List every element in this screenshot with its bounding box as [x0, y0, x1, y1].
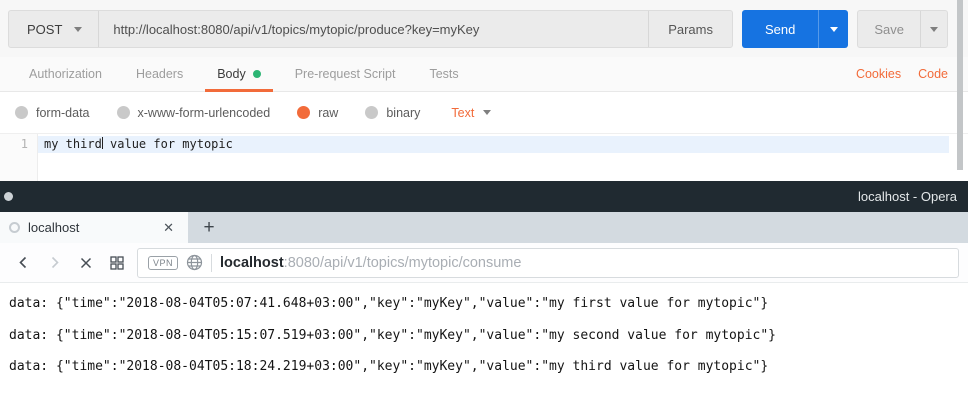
editor-text-after-cursor: value for mytopic: [103, 137, 233, 151]
vpn-badge[interactable]: VPN: [148, 256, 178, 270]
page-content: data: {"time":"2018-08-04T05:07:41.648+0…: [0, 283, 968, 383]
request-url-input[interactable]: http://localhost:8080/api/v1/topics/myto…: [99, 11, 648, 47]
request-links: Cookies Code: [856, 57, 956, 91]
send-options-button[interactable]: [818, 10, 848, 48]
editor-text-before-cursor: my third: [44, 137, 102, 151]
address-bar[interactable]: VPN localhost:8080/api/v1/topics/mytopic…: [137, 248, 959, 278]
favicon-ring-icon: [9, 222, 20, 233]
mode-raw[interactable]: raw: [297, 106, 338, 120]
tab-tests[interactable]: Tests: [412, 57, 475, 91]
browser-tab-localhost[interactable]: localhost ✕: [0, 212, 188, 243]
save-button[interactable]: Save: [858, 11, 920, 47]
globe-icon[interactable]: [186, 254, 203, 271]
url-group: POST http://localhost:8080/api/v1/topics…: [8, 10, 733, 48]
back-button[interactable]: [8, 248, 39, 278]
opera-navbar: VPN localhost:8080/api/v1/topics/mytopic…: [0, 243, 968, 283]
chevron-down-icon: [930, 27, 938, 32]
sse-data-line: data: {"time":"2018-08-04T05:07:41.648+0…: [9, 288, 968, 320]
postman-window: POST http://localhost:8080/api/v1/topics…: [0, 0, 968, 181]
radio-selected-icon: [297, 106, 310, 119]
mode-label: raw: [318, 106, 338, 120]
speed-dial-button[interactable]: [101, 248, 132, 278]
code-link[interactable]: Code: [918, 67, 948, 81]
radio-icon: [117, 106, 130, 119]
tab-close-icon[interactable]: ✕: [161, 219, 176, 236]
editor-gutter: 1: [0, 134, 38, 181]
mode-label: x-www-form-urlencoded: [138, 106, 271, 120]
mode-binary[interactable]: binary: [365, 106, 420, 120]
window-title: localhost - Opera: [858, 189, 968, 204]
mode-label: form-data: [36, 106, 90, 120]
close-icon: [79, 256, 93, 270]
editor-code-area[interactable]: my third value for mytopic: [38, 134, 968, 181]
mode-form-data[interactable]: form-data: [15, 106, 90, 120]
stop-reload-button[interactable]: [70, 248, 101, 278]
send-button[interactable]: Send: [742, 10, 818, 48]
chevron-down-icon: [74, 27, 82, 32]
grid-icon: [109, 255, 125, 271]
chevron-left-icon: [16, 255, 31, 270]
editor-active-line[interactable]: my third value for mytopic: [38, 136, 949, 153]
sse-data-line: data: {"time":"2018-08-04T05:18:24.219+0…: [9, 351, 968, 383]
body-type-dropdown[interactable]: Text: [451, 106, 491, 120]
url-path: :8080/api/v1/topics/mytopic/consume: [284, 255, 522, 271]
divider: [211, 254, 212, 272]
body-editor[interactable]: 1 my third value for mytopic: [0, 133, 968, 181]
tab-label: Headers: [136, 67, 183, 81]
radio-icon: [365, 106, 378, 119]
tab-label: Body: [217, 67, 246, 81]
opera-window: localhost - Opera localhost ✕ + VPN loca…: [0, 181, 968, 383]
mode-x-www-form-urlencoded[interactable]: x-www-form-urlencoded: [117, 106, 271, 120]
radio-icon: [15, 106, 28, 119]
request-tabs: Authorization Headers Body Pre-request S…: [0, 57, 968, 92]
sse-data-line: data: {"time":"2018-08-04T05:15:07.519+0…: [9, 320, 968, 352]
params-button[interactable]: Params: [649, 11, 732, 47]
window-control-dot[interactable]: [4, 192, 13, 201]
line-number: 1: [0, 136, 28, 153]
new-tab-button[interactable]: +: [188, 212, 230, 243]
body-mode-selector: form-data x-www-form-urlencoded raw bina…: [0, 92, 968, 133]
method-label: POST: [27, 22, 62, 37]
url-text[interactable]: localhost:8080/api/v1/topics/mytopic/con…: [220, 255, 521, 271]
chevron-down-icon: [830, 27, 838, 32]
cookies-link[interactable]: Cookies: [856, 67, 901, 81]
body-content-indicator-dot: [253, 70, 261, 78]
mode-label: binary: [386, 106, 420, 120]
chevron-down-icon: [483, 110, 491, 115]
body-type-label: Text: [451, 106, 474, 120]
tab-body[interactable]: Body: [200, 57, 278, 91]
tab-label: Tests: [429, 67, 458, 81]
forward-button[interactable]: [39, 248, 70, 278]
tab-pre-request-script[interactable]: Pre-request Script: [278, 57, 413, 91]
url-host: localhost: [220, 255, 284, 271]
tab-label: Authorization: [29, 67, 102, 81]
chevron-right-icon: [47, 255, 62, 270]
tab-authorization[interactable]: Authorization: [12, 57, 119, 91]
save-group: Save: [857, 10, 948, 48]
send-group: Send: [742, 10, 848, 48]
opera-tabbar: localhost ✕ +: [0, 212, 968, 243]
tab-label: Pre-request Script: [295, 67, 396, 81]
save-options-button[interactable]: [920, 11, 947, 47]
request-bar: POST http://localhost:8080/api/v1/topics…: [0, 0, 968, 57]
tab-headers[interactable]: Headers: [119, 57, 200, 91]
opera-titlebar: localhost - Opera: [0, 181, 968, 212]
method-dropdown[interactable]: POST: [9, 11, 98, 47]
tab-title: localhost: [28, 220, 153, 235]
scrollbar[interactable]: [957, 0, 963, 170]
